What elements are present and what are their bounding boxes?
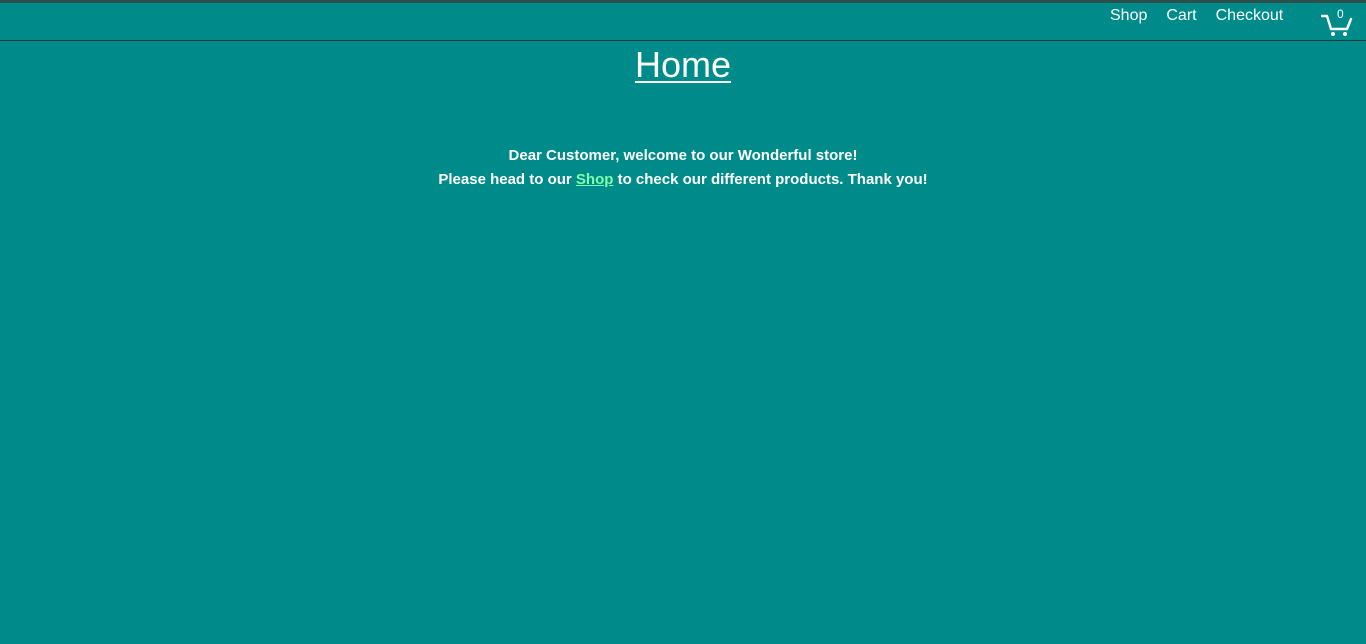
welcome-line-2: Please head to our Shop to check our dif… (0, 168, 1366, 192)
shop-inline-link[interactable]: Shop (576, 171, 614, 188)
nav-link-shop[interactable]: Shop (1110, 6, 1147, 26)
welcome-message: Dear Customer, welcome to our Wonderful … (0, 144, 1366, 192)
nav-links: Shop Cart Checkout (1110, 6, 1283, 26)
welcome-line-2-suffix: to check our different products. Thank y… (617, 171, 928, 188)
cart-button[interactable]: 0 (1321, 7, 1355, 37)
welcome-line-2-prefix: Please head to our (438, 171, 572, 188)
welcome-line-1: Dear Customer, welcome to our Wonderful … (508, 147, 858, 164)
nav-link-checkout[interactable]: Checkout (1216, 6, 1284, 26)
top-navbar: Shop Cart Checkout 0 (0, 3, 1366, 41)
cart-count-badge: 0 (1337, 7, 1344, 21)
nav-link-cart[interactable]: Cart (1166, 6, 1196, 26)
page-title: Home (634, 44, 732, 85)
